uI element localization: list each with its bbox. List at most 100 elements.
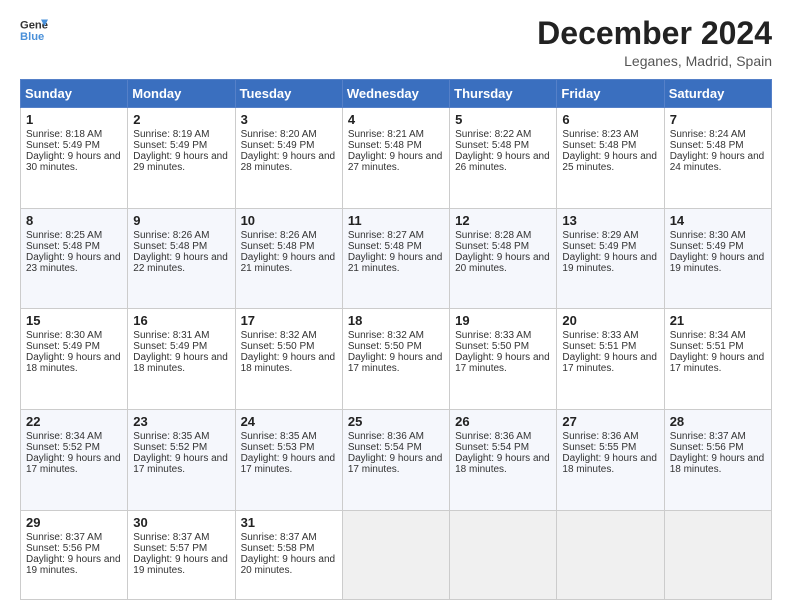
sunrise-text: Sunrise: 8:26 AM <box>241 230 317 241</box>
sunrise-text: Sunrise: 8:36 AM <box>455 431 531 442</box>
month-year: December 2024 <box>537 16 772 51</box>
sunrise-text: Sunrise: 8:32 AM <box>241 330 317 341</box>
calendar-cell: 8Sunrise: 8:25 AMSunset: 5:48 PMDaylight… <box>21 208 128 309</box>
daylight-text: Daylight: 9 hours and 23 minutes. <box>26 252 121 274</box>
calendar-cell: 24Sunrise: 8:35 AMSunset: 5:53 PMDayligh… <box>235 410 342 511</box>
day-number: 23 <box>133 414 229 429</box>
day-number: 8 <box>26 213 122 228</box>
calendar-cell: 9Sunrise: 8:26 AMSunset: 5:48 PMDaylight… <box>128 208 235 309</box>
day-number: 27 <box>562 414 658 429</box>
day-number: 28 <box>670 414 766 429</box>
sunrise-text: Sunrise: 8:29 AM <box>562 230 638 241</box>
day-number: 31 <box>241 515 337 530</box>
calendar-cell: 30Sunrise: 8:37 AMSunset: 5:57 PMDayligh… <box>128 510 235 599</box>
daylight-text: Daylight: 9 hours and 18 minutes. <box>670 453 765 475</box>
calendar-cell: 23 Sunrise: 8:35 AMSunset: 5:52 PMDayligh… <box>128 410 235 511</box>
day-number: 10 <box>241 213 337 228</box>
calendar-cell: 3Sunrise: 8:20 AMSunset: 5:49 PMDaylight… <box>235 108 342 209</box>
day-number: 29 <box>26 515 122 530</box>
sunset-text: Sunset: 5:53 PM <box>241 442 315 453</box>
daylight-text: Daylight: 9 hours and 17 minutes. <box>348 352 443 374</box>
day-number: 20 <box>562 313 658 328</box>
sunset-text: Sunset: 5:48 PM <box>455 241 529 252</box>
calendar-cell: 16Sunrise: 8:31 AMSunset: 5:49 PMDayligh… <box>128 309 235 410</box>
day-number: 18 <box>348 313 444 328</box>
daylight-text: Daylight: 9 hours and 18 minutes. <box>455 453 550 475</box>
daylight-text: Daylight: 9 hours and 18 minutes. <box>26 352 121 374</box>
calendar-cell: 31Sunrise: 8:37 AMSunset: 5:58 PMDayligh… <box>235 510 342 599</box>
calendar-cell: 19Sunrise: 8:33 AMSunset: 5:50 PMDayligh… <box>450 309 557 410</box>
sunset-text: Sunset: 5:54 PM <box>348 442 422 453</box>
calendar-cell <box>450 510 557 599</box>
day-number: 12 <box>455 213 551 228</box>
sunset-text: Sunset: 5:58 PM <box>241 543 315 554</box>
sunset-text: Sunset: 5:52 PM <box>133 442 207 453</box>
sunrise-text: Sunrise: 8:37 AM <box>26 532 102 543</box>
daylight-text: Daylight: 9 hours and 19 minutes. <box>133 554 228 576</box>
day-number: 16 <box>133 313 229 328</box>
sunset-text: Sunset: 5:49 PM <box>26 341 100 352</box>
sunrise-text: Sunrise: 8:36 AM <box>562 431 638 442</box>
sunset-text: Sunset: 5:49 PM <box>26 140 100 151</box>
calendar-cell: 14Sunrise: 8:30 AMSunset: 5:49 PMDayligh… <box>664 208 771 309</box>
daylight-text: Daylight: 9 hours and 27 minutes. <box>348 151 443 173</box>
sunset-text: Sunset: 5:57 PM <box>133 543 207 554</box>
calendar-cell: 10Sunrise: 8:26 AMSunset: 5:48 PMDayligh… <box>235 208 342 309</box>
daylight-text: Daylight: 9 hours and 17 minutes. <box>133 453 228 475</box>
sunrise-text: Sunrise: 8:35 AM <box>133 431 209 442</box>
daylight-text: Daylight: 9 hours and 24 minutes. <box>670 151 765 173</box>
day-number: 4 <box>348 112 444 127</box>
logo: General Blue <box>20 16 48 44</box>
calendar-cell <box>342 510 449 599</box>
sunrise-text: Sunrise: 8:27 AM <box>348 230 424 241</box>
sunrise-text: Sunrise: 8:25 AM <box>26 230 102 241</box>
day-number: 6 <box>562 112 658 127</box>
daylight-text: Daylight: 9 hours and 20 minutes. <box>455 252 550 274</box>
sunrise-text: Sunrise: 8:37 AM <box>241 532 317 543</box>
day-number: 5 <box>455 112 551 127</box>
daylight-text: Daylight: 9 hours and 17 minutes. <box>455 352 550 374</box>
calendar-cell: 15Sunrise: 8:30 AMSunset: 5:49 PMDayligh… <box>21 309 128 410</box>
col-header-tuesday: Tuesday <box>235 80 342 108</box>
daylight-text: Daylight: 9 hours and 17 minutes. <box>670 352 765 374</box>
sunrise-text: Sunrise: 8:30 AM <box>670 230 746 241</box>
calendar-cell: 20Sunrise: 8:33 AMSunset: 5:51 PMDayligh… <box>557 309 664 410</box>
calendar-cell: 25Sunrise: 8:36 AMSunset: 5:54 PMDayligh… <box>342 410 449 511</box>
day-number: 26 <box>455 414 551 429</box>
logo-icon: General Blue <box>20 16 48 44</box>
sunset-text: Sunset: 5:49 PM <box>241 140 315 151</box>
sunset-text: Sunset: 5:55 PM <box>562 442 636 453</box>
sunrise-text: Sunrise: 8:19 AM <box>133 129 209 140</box>
col-header-monday: Monday <box>128 80 235 108</box>
sunrise-text: Sunrise: 8:28 AM <box>455 230 531 241</box>
calendar-cell: 17Sunrise: 8:32 AMSunset: 5:50 PMDayligh… <box>235 309 342 410</box>
sunrise-text: Sunrise: 8:32 AM <box>348 330 424 341</box>
sunset-text: Sunset: 5:52 PM <box>26 442 100 453</box>
page: General Blue December 2024 Leganes, Madr… <box>0 0 792 612</box>
sunrise-text: Sunrise: 8:33 AM <box>455 330 531 341</box>
sunrise-text: Sunrise: 8:18 AM <box>26 129 102 140</box>
calendar-cell <box>664 510 771 599</box>
sunset-text: Sunset: 5:48 PM <box>562 140 636 151</box>
day-number: 25 <box>348 414 444 429</box>
daylight-text: Daylight: 9 hours and 26 minutes. <box>455 151 550 173</box>
calendar-cell: 4 Sunrise: 8:21 AMSunset: 5:48 PMDaylight… <box>342 108 449 209</box>
sunrise-text: Sunrise: 8:21 AM <box>348 129 424 140</box>
sunset-text: Sunset: 5:54 PM <box>455 442 529 453</box>
sunset-text: Sunset: 5:48 PM <box>133 241 207 252</box>
calendar-cell: 21Sunrise: 8:34 AMSunset: 5:51 PMDayligh… <box>664 309 771 410</box>
sunset-text: Sunset: 5:48 PM <box>348 140 422 151</box>
sunset-text: Sunset: 5:48 PM <box>241 241 315 252</box>
calendar-cell: 7Sunrise: 8:24 AMSunset: 5:48 PMDaylight… <box>664 108 771 209</box>
sunset-text: Sunset: 5:56 PM <box>670 442 744 453</box>
col-header-saturday: Saturday <box>664 80 771 108</box>
daylight-text: Daylight: 9 hours and 17 minutes. <box>26 453 121 475</box>
sunset-text: Sunset: 5:48 PM <box>348 241 422 252</box>
col-header-thursday: Thursday <box>450 80 557 108</box>
calendar-cell: 1Sunrise: 8:18 AMSunset: 5:49 PMDaylight… <box>21 108 128 209</box>
sunset-text: Sunset: 5:49 PM <box>670 241 744 252</box>
daylight-text: Daylight: 9 hours and 21 minutes. <box>348 252 443 274</box>
calendar-cell: 26 Sunrise: 8:36 AMSunset: 5:54 PMDayligh… <box>450 410 557 511</box>
header: General Blue December 2024 Leganes, Madr… <box>20 16 772 69</box>
sunset-text: Sunset: 5:49 PM <box>133 341 207 352</box>
